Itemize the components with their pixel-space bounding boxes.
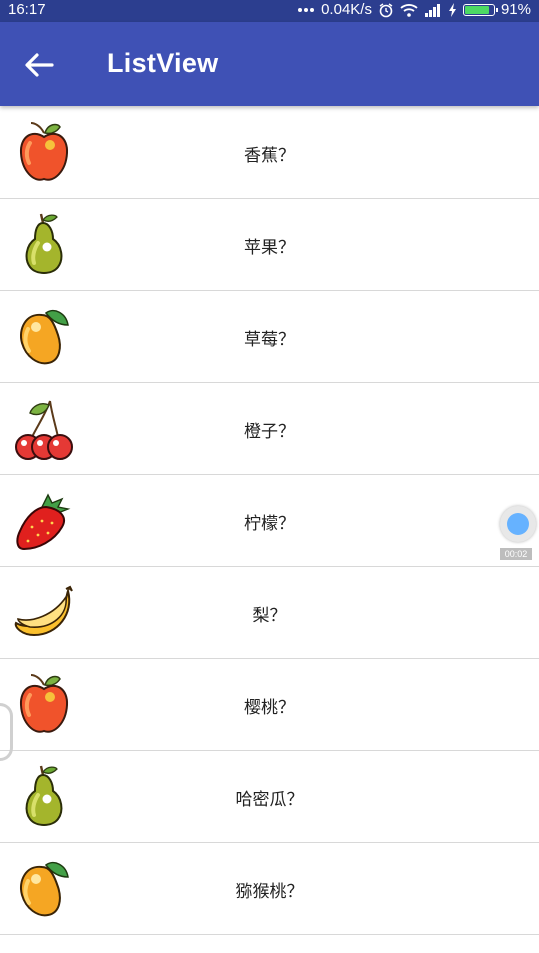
list-item-label: 香蕉？ [244,146,295,166]
list-item[interactable]: 香蕉？ [0,107,539,199]
arrow-back-icon [25,53,54,77]
app-bar: ListView [0,22,539,106]
status-bar: 16:17 0.04K/s 91% [0,0,539,22]
list-item[interactable]: 樱桃？ [0,659,539,751]
list-item-label: 猕猴桃？ [235,882,304,902]
battery-percent: 91% [500,1,531,18]
list-item-label: 柠檬？ [244,514,295,534]
list-item-label: 苹果？ [244,238,295,258]
back-button[interactable] [24,52,54,78]
status-time: 16:17 [8,1,46,18]
signal-icon [424,3,442,17]
list-item-label: 樱桃？ [244,698,295,718]
edge-handle[interactable] [0,703,13,761]
alarm-icon [378,2,394,18]
list-item[interactable]: 苹果？ [0,199,539,291]
record-button[interactable] [500,506,536,542]
list-item-label: 草莓？ [244,330,295,350]
list-item-label: 梨？ [252,606,287,626]
list-item[interactable]: 梨？ [0,567,539,659]
list-item[interactable]: 草莓？ [0,291,539,383]
list-item-label: 哈密瓜？ [235,790,304,810]
charging-icon [448,2,457,17]
fruit-list: 香蕉？ 苹果？ 草莓？ 橙子？ 柠檬？ 梨？ 樱桃？ 哈密瓜？ 猕猴桃？ [0,107,539,935]
list-item[interactable]: 哈密瓜？ [0,751,539,843]
battery-fill [464,5,489,14]
list-item[interactable]: 猕猴桃？ [0,843,539,935]
screen-recorder-widget[interactable]: 00:02 [500,506,538,562]
page-title: ListView [107,48,219,78]
list-item-label: 橙子？ [244,422,295,442]
network-speed: 0.04K/s [321,1,372,18]
wifi-icon [400,3,418,17]
status-icons: 0.04K/s 91% [297,1,531,18]
record-time: 00:02 [500,548,532,560]
list-item[interactable]: 橙子？ [0,383,539,475]
battery-icon [462,3,498,16]
more-dots-icon [297,7,315,13]
list-item[interactable]: 柠檬？ [0,475,539,567]
record-dot-icon [507,513,529,535]
